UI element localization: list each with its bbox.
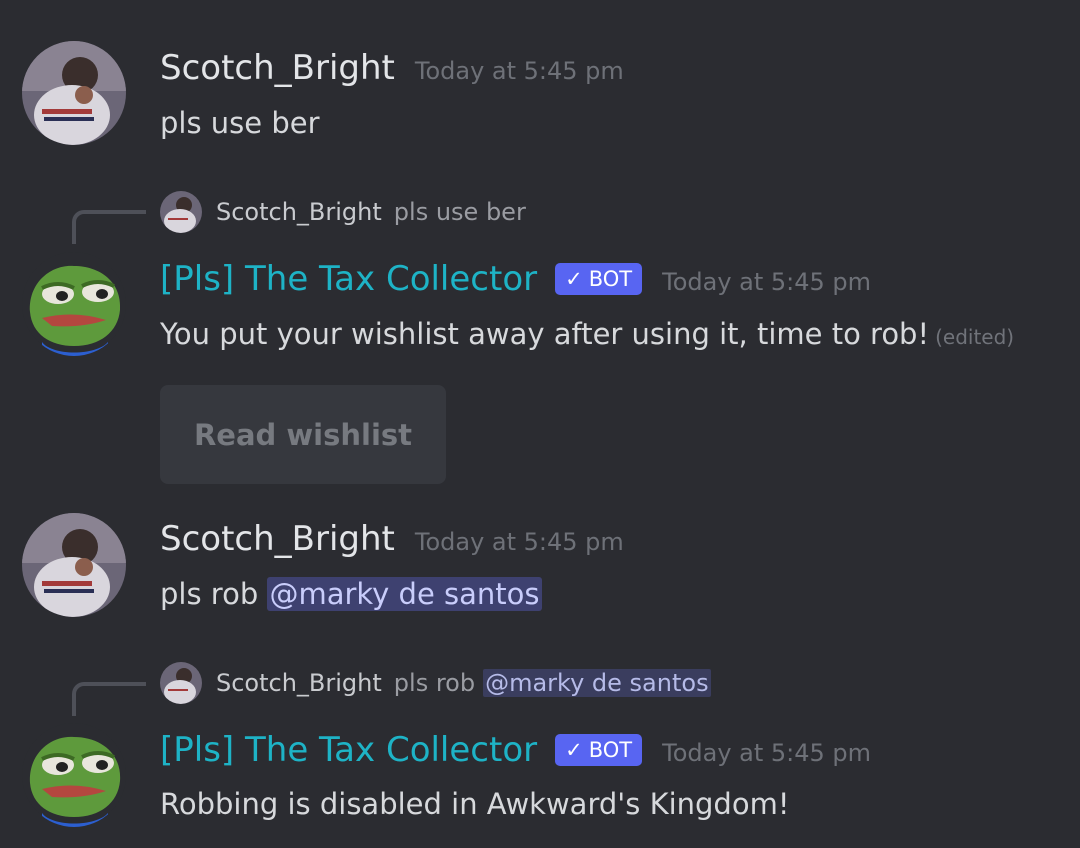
message-text-wrapper: pls rob @marky de santos: [160, 577, 542, 611]
edited-label: (edited): [935, 325, 1015, 349]
message-text: pls rob: [160, 577, 259, 611]
reply-text: pls use ber: [393, 198, 526, 226]
reply-avatar: [160, 662, 202, 704]
username[interactable]: Scotch_Bright: [160, 519, 395, 559]
message-text: pls use ber: [160, 106, 320, 140]
reply-text: pls rob: [393, 669, 476, 697]
timestamp: Today at 5:45 pm: [414, 528, 624, 556]
bot-avatar[interactable]: [22, 723, 126, 827]
timestamp: Today at 5:45 pm: [662, 268, 872, 296]
username[interactable]: Scotch_Bright: [160, 48, 395, 88]
reply-author: Scotch_Bright: [216, 198, 382, 226]
reply-preview[interactable]: Scotch_Bright pls rob @marky de santos: [160, 662, 711, 704]
user-avatar[interactable]: [22, 41, 126, 145]
bot-username[interactable]: [Pls] The Tax Collector: [160, 259, 537, 299]
reply-avatar: [160, 191, 202, 233]
bot-tag-label: BOT: [588, 267, 633, 291]
read-wishlist-button[interactable]: Read wishlist: [160, 385, 446, 484]
checkmark-icon: ✓: [565, 267, 583, 291]
user-mention[interactable]: @marky de santos: [267, 577, 542, 611]
checkmark-icon: ✓: [565, 738, 583, 762]
reply-author: Scotch_Bright: [216, 669, 382, 697]
reply-connector: [72, 682, 146, 716]
message-text: You put your wishlist away after using i…: [160, 317, 930, 351]
bot-avatar[interactable]: [22, 252, 126, 356]
timestamp: Today at 5:45 pm: [414, 57, 624, 85]
message-text: Robbing is disabled in Awkward's Kingdom…: [160, 787, 790, 821]
reply-preview[interactable]: Scotch_Bright pls use ber: [160, 191, 526, 233]
bot-tag: ✓ BOT: [555, 734, 643, 766]
bot-tag: ✓ BOT: [555, 263, 643, 295]
bot-tag-label: BOT: [588, 738, 633, 762]
bot-username[interactable]: [Pls] The Tax Collector: [160, 730, 537, 770]
message-text-wrapper: You put your wishlist away after using i…: [160, 317, 1014, 351]
user-avatar[interactable]: [22, 513, 126, 617]
timestamp: Today at 5:45 pm: [662, 739, 872, 767]
reply-mention: @marky de santos: [483, 669, 711, 697]
reply-connector: [72, 210, 146, 244]
